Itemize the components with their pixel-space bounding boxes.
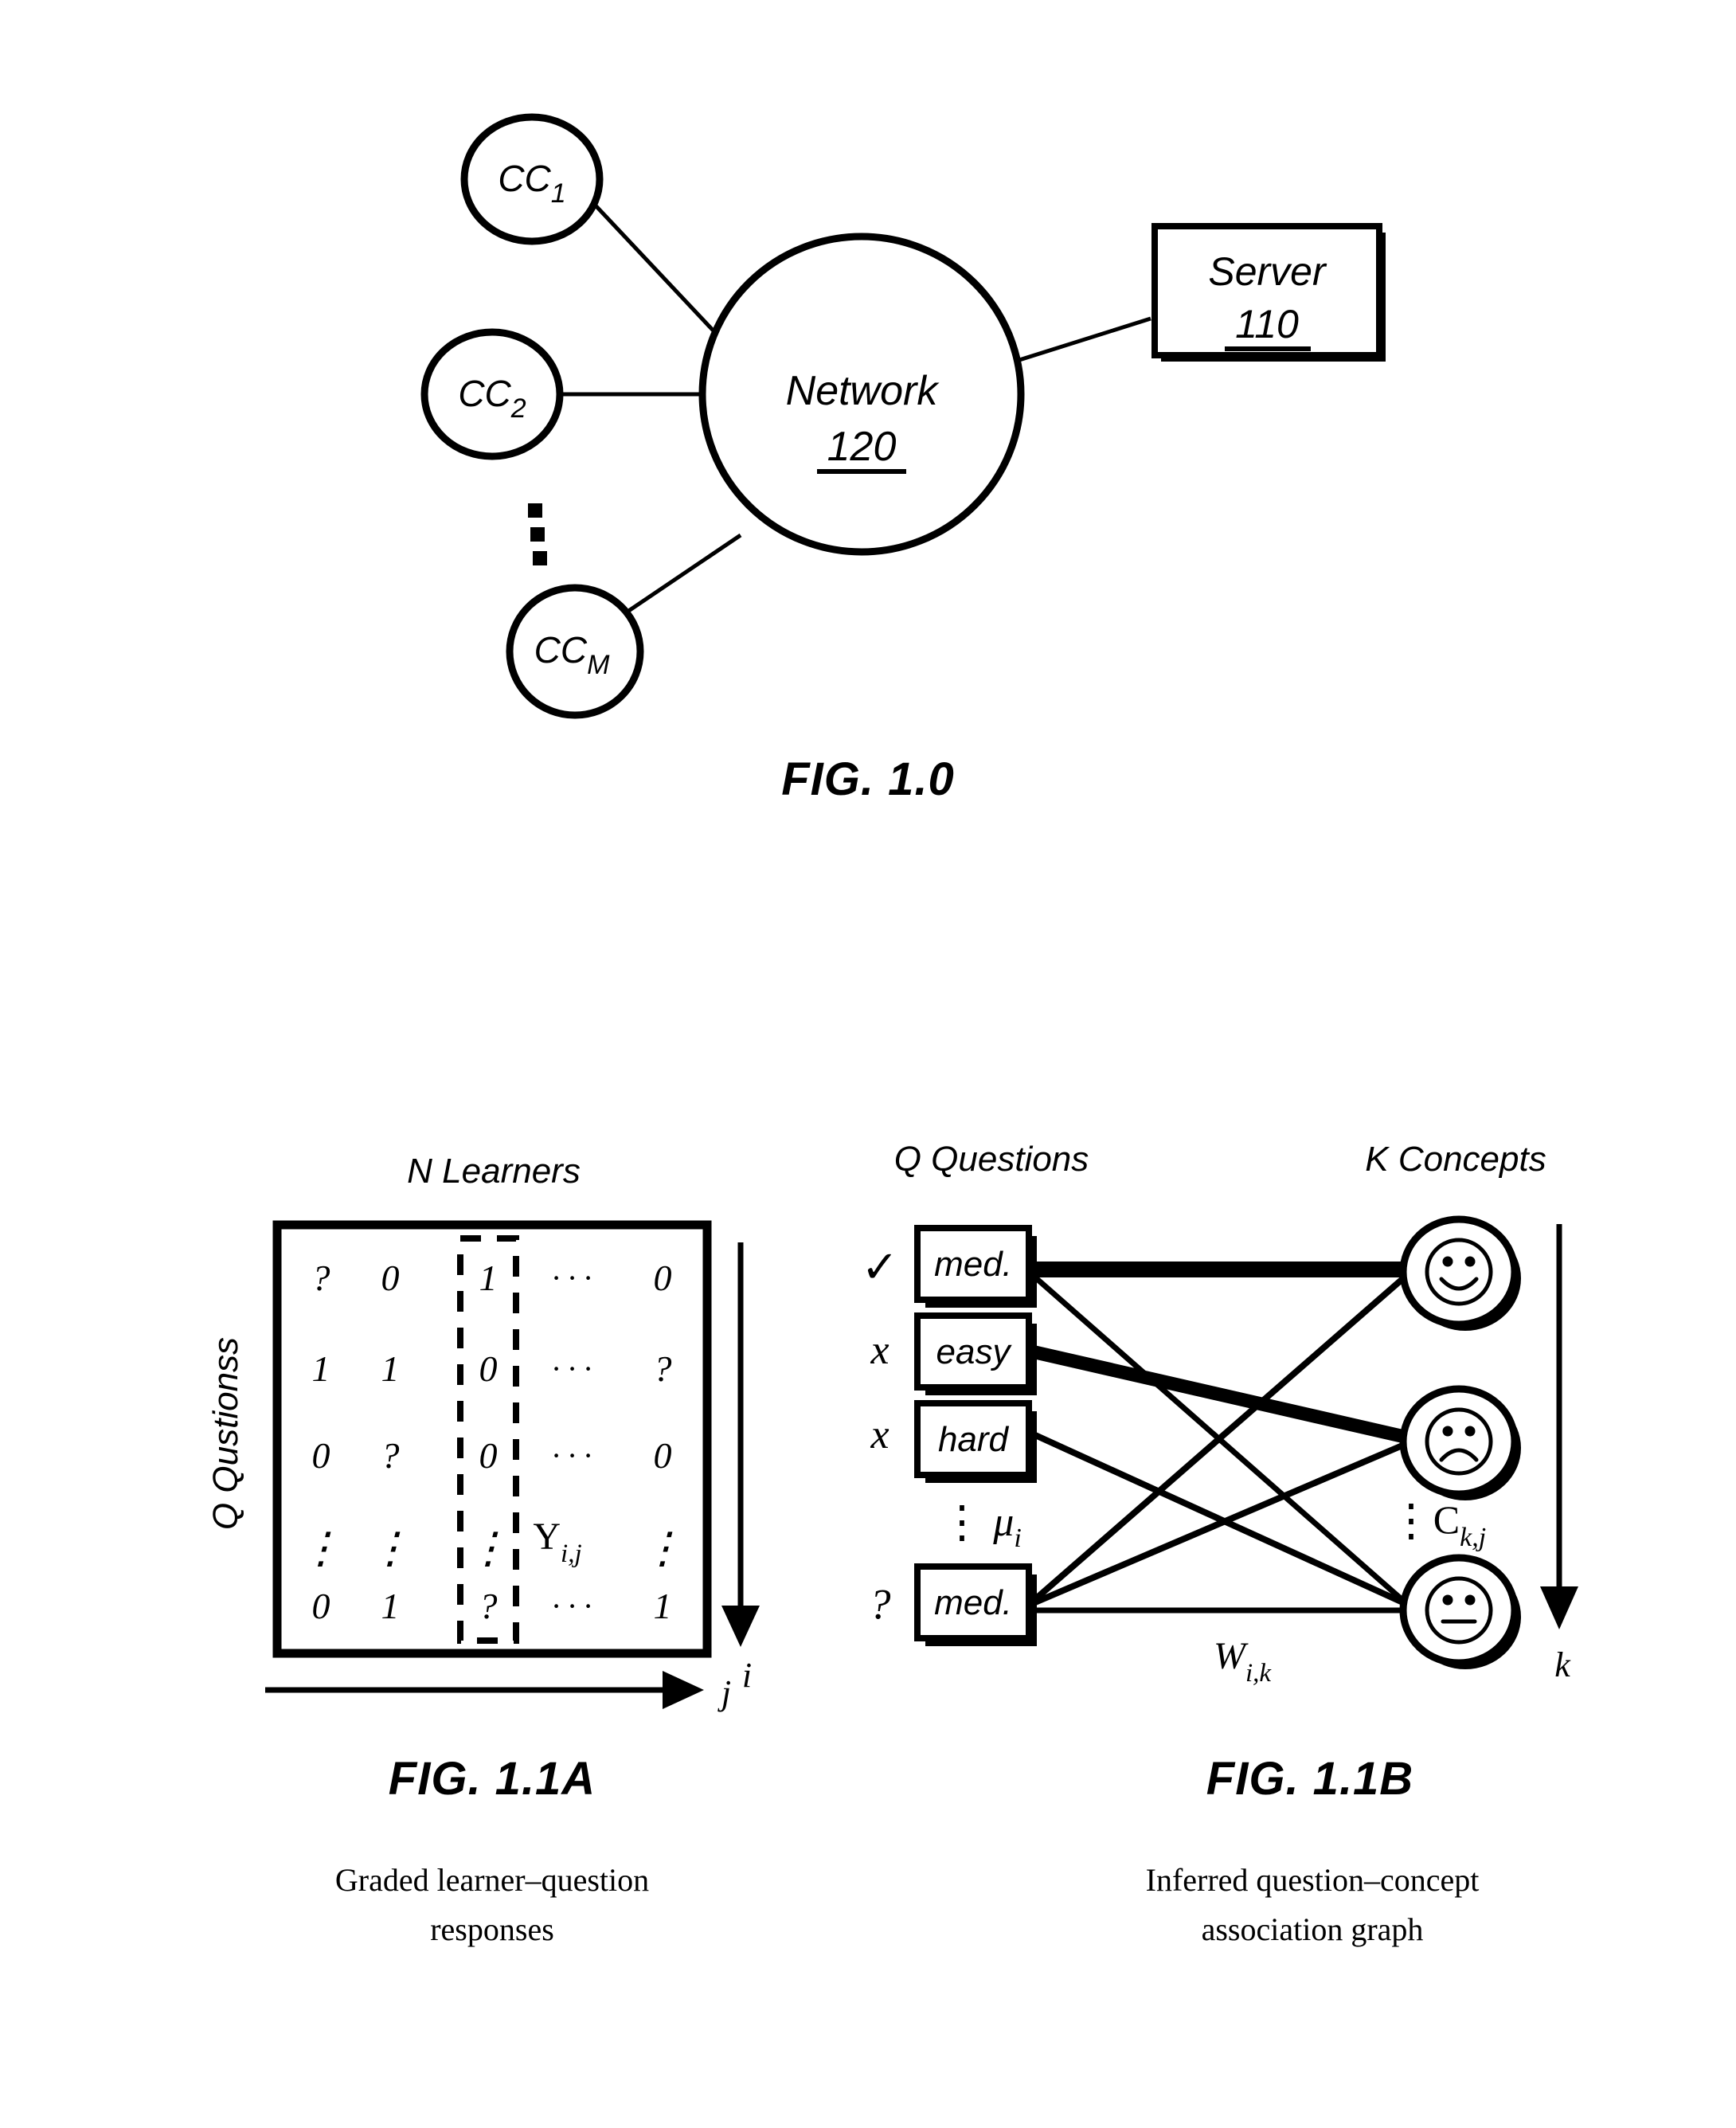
matrix-cell: 1 (479, 1258, 498, 1298)
questions-column-label: Q Questions (894, 1140, 1089, 1179)
matrix-cell: 0 (479, 1435, 498, 1476)
matrix-cell: 1 (654, 1586, 672, 1626)
client-computer-1[interactable]: CC1 (460, 113, 604, 245)
questions-ellipsis-icon: ⋮ (940, 1498, 984, 1547)
matrix-cell: 1 (312, 1348, 330, 1389)
patent-figure-sheet: CC1 CC2 CCM Network 120 Server 110 N Lea… (0, 0, 1736, 2128)
matrix-cell-ellipsis: ⋮ (467, 1524, 510, 1572)
matrix-col-axis-label: j (717, 1673, 731, 1712)
question-difficulty-2: easy (936, 1332, 1013, 1371)
concepts-column-label: K Concepts (1365, 1140, 1546, 1179)
figure-1-1a-caption: FIG. 1.1A (388, 1753, 596, 1805)
concept-axis-arrow (1540, 1224, 1578, 1629)
server-node[interactable]: Server 110 (1151, 223, 1386, 362)
edge-ccm-network (621, 533, 742, 617)
concept-node-3[interactable] (1399, 1554, 1521, 1669)
matrix-cell: 0 (654, 1435, 672, 1476)
question-item-1[interactable]: ✓ med. (862, 1225, 1037, 1308)
concept-1-circle (1399, 1215, 1519, 1328)
figure-1-1b-description-line-1: Inferred question–concept (1145, 1862, 1480, 1898)
server-ref: 110 (1235, 302, 1299, 346)
figure-1-1a-description-line-2: responses (430, 1911, 554, 1947)
question-item-4[interactable]: ? med. (870, 1563, 1038, 1646)
matrix-cell: 1 (381, 1348, 400, 1389)
question-mark-1: ✓ (862, 1243, 899, 1293)
figure-1-1b: Q Questions K Concepts ✓ med. x easy x h… (862, 1140, 1578, 1688)
concept-axis-label: k (1554, 1645, 1571, 1684)
clients-ellipsis-icon (528, 503, 547, 565)
matrix-left-label: Q Qustionss (206, 1337, 245, 1530)
concept-3-circle (1399, 1554, 1519, 1667)
matrix-row-axis-arrow (721, 1242, 760, 1647)
edge-network-server (1019, 316, 1151, 362)
network-node[interactable]: Network 120 (698, 233, 1025, 556)
matrix-cell: · · · (552, 1351, 592, 1387)
figure-1-1b-description: Inferred question–concept association gr… (1018, 1856, 1607, 1954)
network-ref: 120 (827, 424, 897, 470)
edge-q2-c2 (1034, 1345, 1410, 1445)
matrix-cell: 0 (479, 1348, 498, 1389)
figure-1-1a-description-line-1: Graded learner–question (334, 1862, 650, 1898)
server-label: Server (1208, 249, 1327, 294)
question-mark-2: x (870, 1328, 889, 1373)
matrix-cell: · · · (552, 1260, 592, 1296)
matrix-cell: 0 (312, 1586, 330, 1626)
edge-cc1-network (592, 201, 722, 340)
matrix-row-axis-label: i (742, 1656, 752, 1695)
figure-1-0-caption: FIG. 1.0 (781, 753, 955, 805)
matrix-cell: · · · (552, 1588, 592, 1624)
matrix-cell-ellipsis: ⋮ (299, 1524, 342, 1572)
figure-canvas: CC1 CC2 CCM Network 120 Server 110 N Lea… (206, 113, 1578, 1712)
question-concept-edges (1033, 1262, 1410, 1614)
matrix-cell: ? (381, 1435, 400, 1476)
question-item-2[interactable]: x easy (870, 1312, 1037, 1395)
concept-node-2[interactable] (1399, 1385, 1521, 1500)
matrix-top-label: N Learners (407, 1152, 581, 1191)
question-mark-4: ? (870, 1580, 891, 1628)
matrix-cell: 0 (654, 1258, 672, 1298)
edge-weight-label: Wi,k (1214, 1635, 1272, 1688)
question-item-3[interactable]: x hard (870, 1400, 1037, 1483)
matrix-cell: 0 (381, 1258, 400, 1298)
figure-1-1b-caption: FIG. 1.1B (1206, 1753, 1414, 1805)
question-mark-3: x (870, 1412, 889, 1457)
matrix-cell-ellipsis: ⋮ (641, 1524, 684, 1572)
matrix-cell: ? (479, 1586, 498, 1626)
matrix-cell: 0 (312, 1435, 330, 1476)
concepts-ellipsis-icon: ⋮ (1389, 1496, 1433, 1546)
matrix-cell: ? (312, 1258, 330, 1298)
matrix-cell: · · · (552, 1438, 592, 1473)
network-label: Network (786, 368, 940, 414)
matrix-col-axis-arrow (265, 1671, 704, 1709)
figure-1-0: CC1 CC2 CCM Network 120 Server 110 (420, 113, 1386, 719)
concept-param-label: Ck,j (1433, 1497, 1486, 1552)
concept-2-circle (1399, 1385, 1519, 1498)
question-difficulty-3: hard (938, 1420, 1010, 1459)
matrix-cell: ? (654, 1348, 672, 1389)
concept-node-1[interactable] (1399, 1215, 1521, 1331)
client-computer-2[interactable]: CC2 (420, 328, 564, 460)
question-difficulty-4: med. (934, 1583, 1012, 1622)
question-difficulty-param-label: μi (992, 1500, 1022, 1553)
figure-1-1b-description-line-2: association graph (1201, 1911, 1424, 1947)
matrix-cell-ellipsis: ⋮ (369, 1524, 412, 1572)
client-computer-m[interactable]: CCM (506, 584, 644, 719)
figure-1-1a: N Learners Q Qustionss ? 0 1 · · · 0 1 1… (206, 1152, 760, 1712)
figure-1-1a-description: Graded learner–question responses (197, 1856, 787, 1954)
question-difficulty-1: med. (934, 1245, 1012, 1284)
matrix-cell: 1 (381, 1586, 400, 1626)
